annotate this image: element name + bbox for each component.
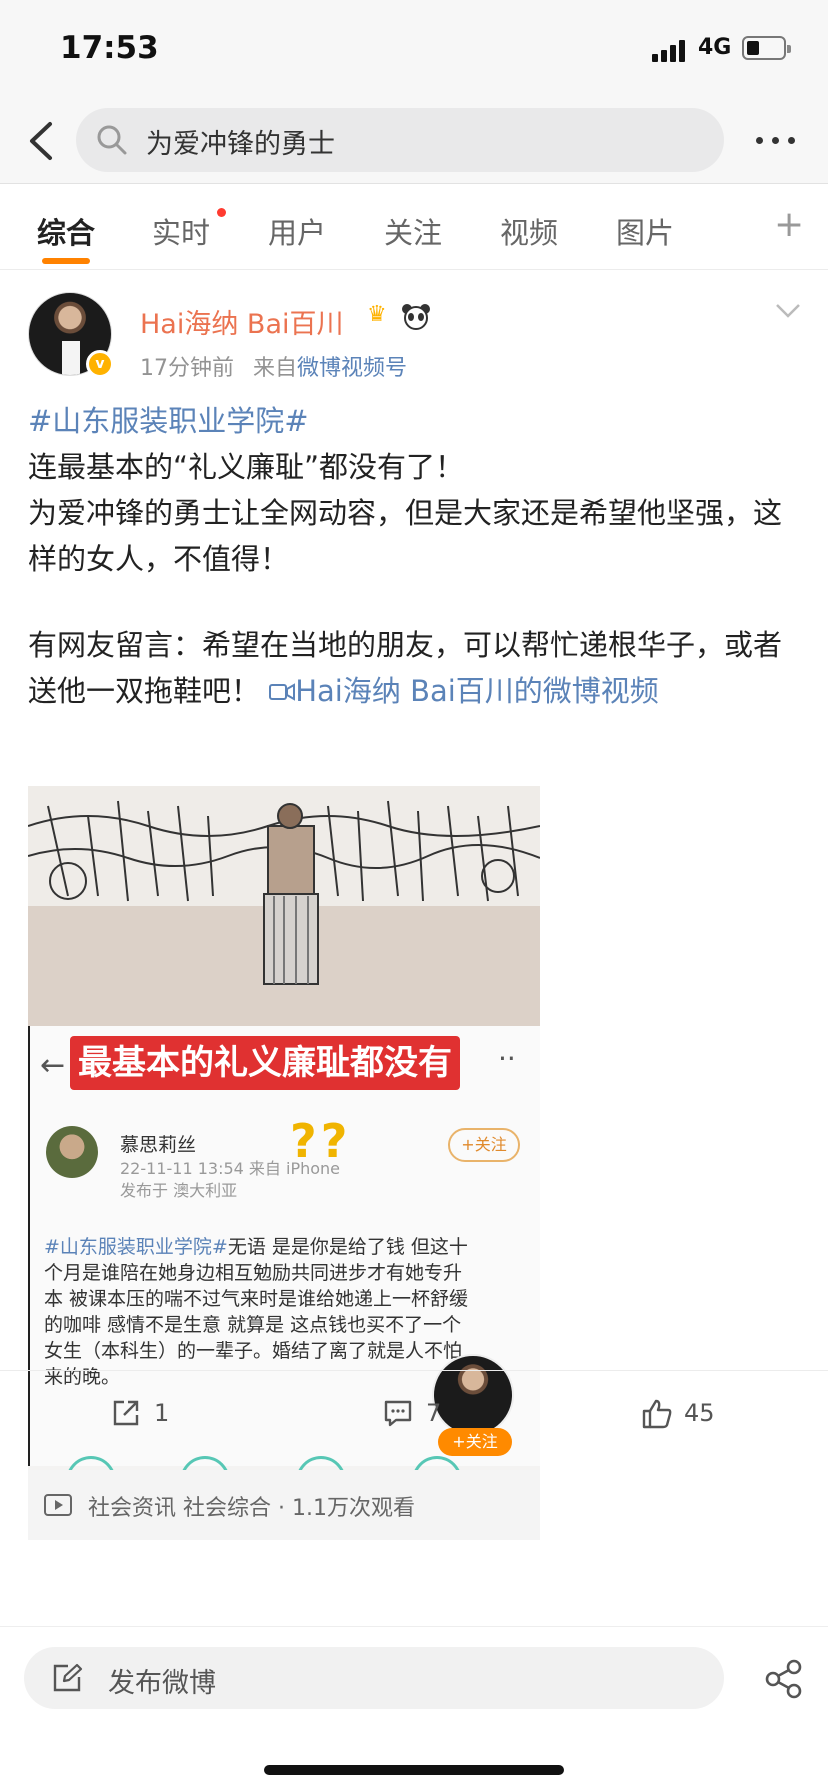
tab-video[interactable]: 视频 <box>500 210 558 252</box>
source-prefix: 来自 <box>253 356 298 381</box>
compose-placeholder: 发布微博 <box>108 1668 216 1699</box>
search-icon <box>97 125 127 155</box>
video-caption-text: 社会资讯 社会综合 · 1.1万次观看 <box>88 1496 415 1521</box>
commenter-avatar <box>46 1126 98 1178</box>
chevron-down-icon[interactable] <box>774 302 802 320</box>
post-action-bar: 1 7 45 <box>0 1370 828 1456</box>
repost-count: 1 <box>154 1399 170 1427</box>
question-marks-icon: ? ? <box>290 1114 347 1168</box>
author-name[interactable]: Hai海纳 Bai百川 <box>140 302 344 341</box>
video-caption: 社会资讯 社会综合 · 1.1万次观看 <box>28 1470 540 1540</box>
screenshot-more-icon: ·· <box>498 1042 516 1075</box>
video-overlay-title: 最基本的礼义廉耻都没有 <box>70 1036 460 1090</box>
post-line-2: 为爱冲锋的勇士让全网动容，但是大家还是希望他坚强，这样的女人，不值得！ <box>28 496 783 576</box>
screenshot-follow-pill: +关注 <box>448 1128 520 1162</box>
status-bar: 17:53 4G <box>0 0 828 100</box>
search-tabs: 综合 实时 用户 关注 视频 图片 + <box>0 184 828 270</box>
search-header: 为爱冲锋的勇士 <box>0 100 828 184</box>
battery-icon <box>742 36 791 60</box>
video-icon <box>44 1494 72 1516</box>
search-input[interactable]: 为爱冲锋的勇士 <box>76 108 724 172</box>
comment-icon <box>384 1400 412 1427</box>
tab-following[interactable]: 关注 <box>384 210 442 252</box>
search-query: 为爱冲锋的勇士 <box>146 129 335 160</box>
post-line-1: 连最基本的“礼义廉耻”都没有了！ <box>28 450 465 484</box>
compose-input[interactable]: 发布微博 <box>24 1647 724 1709</box>
repost-icon <box>113 1400 139 1426</box>
video-link-icon <box>269 683 296 701</box>
comment-count: 7 <box>426 1399 442 1427</box>
active-tab-indicator <box>42 258 90 264</box>
crowd-sketch-image <box>28 786 540 1026</box>
share-icon[interactable] <box>764 1659 804 1699</box>
tab-realtime[interactable]: 实时 <box>152 210 210 252</box>
back-arrow-icon[interactable] <box>22 118 62 164</box>
more-options-icon[interactable] <box>754 130 798 150</box>
post-time: 17分钟前 <box>140 356 234 381</box>
screenshot-comment-text: #山东服装职业学院#无语 是是你是给了钱 但这十个月是谁陪在她身边相互勉励共同进… <box>44 1236 469 1388</box>
add-tab-icon[interactable]: + <box>774 204 804 245</box>
network-type: 4G <box>698 35 732 60</box>
verified-badge-icon: v <box>86 350 114 378</box>
bottom-composer: 发布微博 <box>0 1626 828 1792</box>
post-source[interactable]: 微博视频号 <box>297 356 407 381</box>
new-dot-badge <box>217 208 226 217</box>
tab-users[interactable]: 用户 <box>268 210 326 252</box>
crown-icon: ♛ <box>367 302 387 327</box>
like-count: 45 <box>684 1399 715 1427</box>
edit-icon <box>53 1663 83 1692</box>
hashtag-link[interactable]: #山东服装职业学院# <box>28 404 309 438</box>
signal-icon <box>652 38 694 62</box>
home-indicator <box>264 1765 564 1775</box>
screenshot-icon-row <box>28 1456 540 1484</box>
tab-images[interactable]: 图片 <box>616 210 674 252</box>
panda-icon <box>402 304 430 330</box>
commenter-name: 慕思莉丝 <box>120 1134 197 1156</box>
video-link[interactable]: Hai海纳 Bai百川的微博视频 <box>260 674 659 708</box>
tab-comprehensive[interactable]: 综合 <box>37 210 95 252</box>
post-body: #山东服装职业学院# 连最基本的“礼义廉耻”都没有了！ 为爱冲锋的勇士让全网动容… <box>28 398 800 714</box>
post-meta: 17分钟前 来自微博视频号 <box>140 350 407 382</box>
status-time: 17:53 <box>60 30 159 66</box>
screenshot-back-icon: ← <box>40 1048 66 1083</box>
thumbs-up-icon <box>642 1399 672 1429</box>
